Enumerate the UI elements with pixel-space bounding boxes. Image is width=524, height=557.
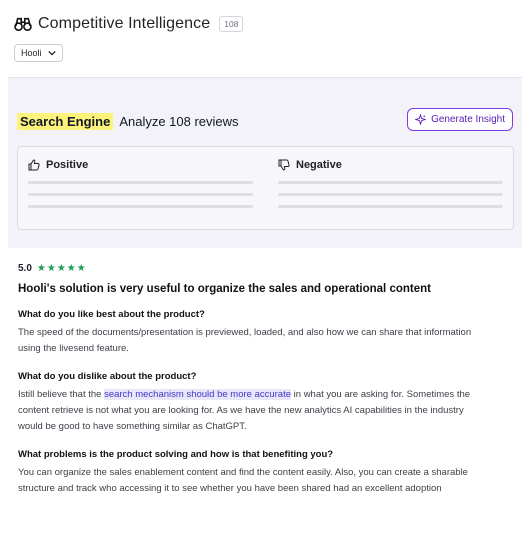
analyze-text: Analyze 108 reviews <box>119 114 239 129</box>
insight-panel: Search Engine Analyze 108 reviews Genera… <box>8 77 522 248</box>
skeleton-line <box>28 205 253 208</box>
star-icons: ★★★★★ <box>36 263 87 274</box>
sparkle-icon <box>415 114 427 125</box>
generate-insight-button[interactable]: Generate Insight <box>407 108 513 131</box>
negative-label: Negative <box>296 159 342 171</box>
negative-header: Negative <box>278 159 478 171</box>
skeleton-line <box>28 181 253 184</box>
review-card: 5.0 ★★★★★ Hooli's solution is very usefu… <box>18 263 488 497</box>
negative-column: Negative <box>278 159 503 217</box>
question-problems: What problems is the product solving and… <box>18 449 334 460</box>
skeleton-line <box>278 181 503 184</box>
page: Competitive Intelligence 108 Hooli Searc… <box>0 0 524 557</box>
review-title: Hooli's solution is very useful to organ… <box>18 283 431 295</box>
rating-row: 5.0 ★★★★★ <box>18 263 488 274</box>
page-title: Competitive Intelligence <box>38 15 211 32</box>
answer-problems: You can organize the sales enablement co… <box>18 467 468 494</box>
binoculars-icon <box>14 17 32 32</box>
answer-like-best: The speed of the documents/presentation … <box>18 327 472 354</box>
answer-dislike-start: Istill believe that the <box>18 389 105 400</box>
insight-heading: Search Engine Analyze 108 reviews <box>17 113 239 130</box>
company-dropdown[interactable]: Hooli <box>14 44 63 62</box>
sentiment-card: Positive Negative <box>17 146 514 230</box>
skeleton-line <box>278 193 503 196</box>
answer-dislike: Istill believe that the search mechanism… <box>18 387 488 435</box>
positive-header: Positive <box>28 159 228 171</box>
negative-skeleton <box>278 181 503 208</box>
review-count-badge: 108 <box>219 16 244 32</box>
question-dislike: What do you dislike about the product? <box>18 371 197 382</box>
page-header: Competitive Intelligence 108 <box>14 15 244 33</box>
skeleton-line <box>278 205 503 208</box>
skeleton-line <box>28 193 253 196</box>
positive-skeleton <box>28 181 253 208</box>
generate-insight-label: Generate Insight <box>431 114 505 125</box>
positive-label: Positive <box>46 159 89 171</box>
thumbs-down-icon <box>278 159 290 171</box>
question-like-best: What do you like best about the product? <box>18 309 205 320</box>
thumbs-up-icon <box>28 159 40 171</box>
category-highlight: Search Engine <box>17 113 114 130</box>
highlighted-phrase: search mechanism should be more accurate <box>104 389 292 400</box>
chevron-down-icon <box>47 50 56 56</box>
company-dropdown-value: Hooli <box>21 48 42 58</box>
rating-score: 5.0 <box>18 263 32 274</box>
positive-column: Positive <box>28 159 253 217</box>
